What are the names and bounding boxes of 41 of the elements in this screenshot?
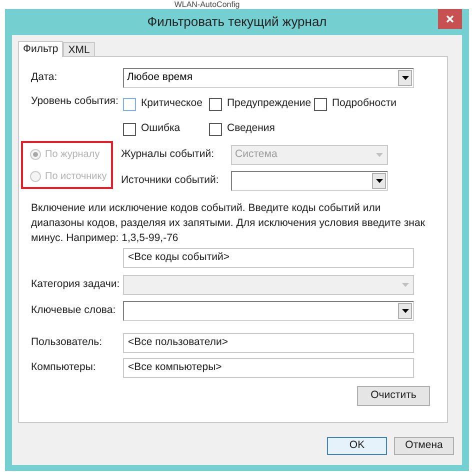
event-logs-label: Журналы событий: <box>121 147 214 162</box>
checkbox[interactable] <box>123 98 136 110</box>
checkbox[interactable] <box>123 122 136 136</box>
checkbox-label: Критическое <box>141 96 202 112</box>
dropdown-field[interactable] <box>231 171 388 191</box>
background-text: WLAN-AutoConfig <box>174 0 240 9</box>
close-button[interactable] <box>438 9 462 29</box>
text-field[interactable]: <Все коды событий> <box>123 248 414 268</box>
text-field[interactable]: <Все компьютеры> <box>123 358 414 378</box>
checkbox-label: Подробности <box>332 96 397 112</box>
clear-button[interactable]: Очистить <box>357 386 430 406</box>
checkbox-label: Ошибка <box>141 121 180 136</box>
dropdown-arrow-icon <box>402 76 408 80</box>
dropdown-arrow-icon <box>402 283 408 287</box>
radio-label: По журналу <box>45 148 100 162</box>
dropdown-arrow-icon <box>376 179 382 183</box>
tab[interactable]: Фильтр <box>18 41 64 57</box>
checkbox-label: Предупреждение <box>227 96 312 112</box>
radio-label: По источнику <box>45 170 107 184</box>
text-field[interactable]: <Все пользователи> <box>123 333 414 353</box>
ok-button[interactable]: OK <box>327 437 387 455</box>
task-category-label: Категория задачи: <box>31 277 120 292</box>
dropdown-arrow-icon <box>402 309 408 313</box>
checkbox-label: Сведения <box>227 121 275 136</box>
event-sources-label: Источники событий: <box>121 173 219 188</box>
close-icon <box>446 15 454 23</box>
event-level-label: Уровень события: <box>31 94 118 109</box>
user-label: Пользователь: <box>31 335 102 350</box>
checkbox[interactable] <box>209 98 222 110</box>
checkbox[interactable] <box>209 122 222 136</box>
dropdown-field[interactable]: Любое время <box>123 68 414 88</box>
dropdown-arrow-icon <box>376 153 382 157</box>
cancel-button[interactable]: Отмена <box>394 437 454 455</box>
computers-label: Компьютеры: <box>31 360 96 376</box>
dropdown-field[interactable] <box>123 301 414 321</box>
event-ids-description: Включение или исключение кодов событий. Введите коды событий или диапазоны кодов, разделяя их запятыми. Для исключения условия введите знак минус. Например: 1,3,5-99,-76 <box>30 201 426 246</box>
keywords-label: Ключевые слова: <box>31 303 116 318</box>
tab[interactable]: XML <box>63 42 95 56</box>
checkbox[interactable] <box>314 98 327 110</box>
date-label: Дата: <box>31 70 58 86</box>
window-title: Фильтровать текущий журнал <box>146 13 328 32</box>
